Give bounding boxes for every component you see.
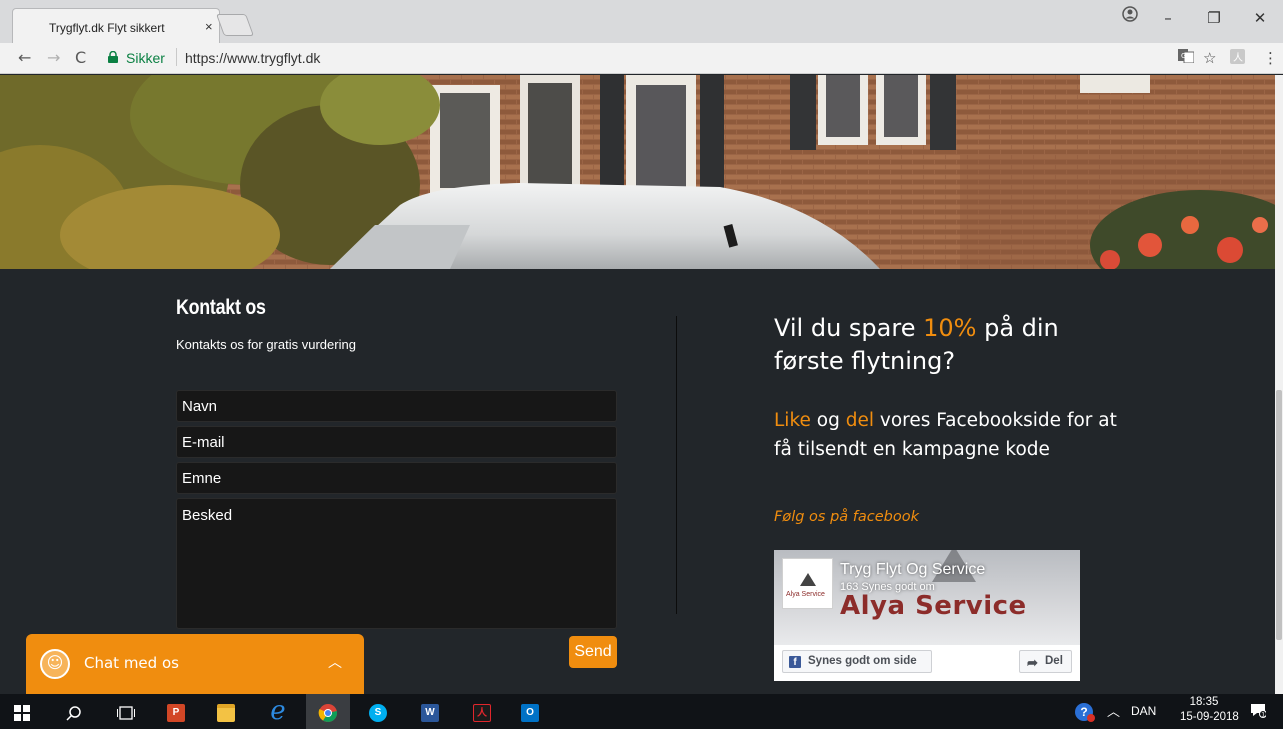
menu-icon[interactable]: ⋮ <box>1263 49 1278 67</box>
contact-title: Kontakt os <box>176 296 266 319</box>
chat-label: Chat med os <box>84 654 179 672</box>
clock-date[interactable]: 15-09-2018 <box>1180 711 1239 723</box>
promo-del-word: del <box>845 410 874 431</box>
outlook-icon[interactable]: O <box>508 694 552 729</box>
address-separator <box>176 48 177 66</box>
powerpoint-icon[interactable]: P <box>154 694 198 729</box>
notification-center-icon[interactable]: 1 <box>1250 702 1267 722</box>
facebook-like-button[interactable]: f Synes godt om side <box>782 650 932 673</box>
clock-time[interactable]: 18:35 <box>1186 696 1222 708</box>
browser-toolbar: ← → C Sikker https://www.trygflyt.dk G ☆… <box>0 43 1283 74</box>
promo-like-word: Like <box>774 410 811 431</box>
translate-icon[interactable]: G <box>1178 49 1195 67</box>
facebook-like-label: Synes godt om side <box>808 655 917 667</box>
smiley-icon: ☺ <box>40 649 70 679</box>
promo-headline-pre: Vil du spare <box>774 314 924 342</box>
url-text[interactable]: https://www.trygflyt.dk <box>185 50 320 66</box>
show-hidden-icons-icon[interactable]: ︿ <box>1107 701 1120 720</box>
chat-widget[interactable]: ☺ Chat med os ︿ <box>26 634 364 694</box>
page-scrollbar[interactable] <box>1275 75 1283 694</box>
browser-tab-strip: Trygflyt.dk Flyt sikkert × – ❐ ✕ <box>0 0 1283 44</box>
contact-subtitle: Kontakts os for gratis vurdering <box>176 337 356 352</box>
secure-label: Sikker <box>126 50 165 66</box>
facebook-page-widget[interactable]: Alya Service Alya Service Tryg Flyt Og S… <box>774 550 1080 681</box>
section-divider <box>676 316 677 614</box>
tab-title: Trygflyt.dk Flyt sikkert <box>49 21 165 35</box>
skype-icon[interactable]: S <box>356 694 400 729</box>
internet-explorer-icon[interactable]: e <box>256 694 300 729</box>
word-icon[interactable]: W <box>408 694 452 729</box>
alya-avatar-logo-icon <box>800 573 816 586</box>
facebook-cover-brand: Alya Service <box>840 591 1027 621</box>
search-icon[interactable] <box>52 694 96 729</box>
hero-photo-drawing <box>0 75 1275 269</box>
share-arrow-icon: ➦ <box>1027 655 1038 670</box>
contact-section: Kontakt os Kontakts os for gratis vurder… <box>0 269 1275 694</box>
email-input[interactable] <box>176 426 617 458</box>
facebook-page-avatar[interactable]: Alya Service <box>782 558 833 609</box>
send-button[interactable]: Send <box>569 636 617 668</box>
address-bar[interactable]: Sikker https://www.trygflyt.dk <box>104 46 1164 71</box>
svg-text:G: G <box>1181 52 1186 60</box>
minimize-button[interactable]: – <box>1145 0 1191 36</box>
follow-facebook-label: Følg os på facebook <box>774 509 920 525</box>
chrome-icon[interactable] <box>306 694 350 729</box>
facebook-like-count: 163 Synes godt om <box>840 581 935 593</box>
scrollbar-thumb[interactable] <box>1276 390 1282 640</box>
facebook-avatar-brand: Alya Service <box>786 591 825 598</box>
hero-image <box>0 75 1275 269</box>
promo-discount: 10% <box>923 314 977 342</box>
acrobat-icon[interactable]: 人 <box>460 694 504 729</box>
name-input[interactable] <box>176 390 617 422</box>
svg-text:1: 1 <box>1261 712 1265 719</box>
reload-icon[interactable]: C <box>75 48 86 67</box>
maximize-button[interactable]: ❐ <box>1191 0 1237 36</box>
promo-og-word: og <box>810 410 846 431</box>
lock-icon <box>108 51 118 63</box>
svg-text:人: 人 <box>1233 52 1243 64</box>
language-indicator[interactable]: DAN <box>1131 704 1156 718</box>
bookmark-star-icon[interactable]: ☆ <box>1203 49 1216 67</box>
profile-icon[interactable] <box>1122 6 1138 27</box>
windows-icon[interactable] <box>0 694 44 729</box>
forward-icon[interactable]: → <box>47 48 60 67</box>
new-tab-button[interactable] <box>215 14 255 36</box>
facebook-f-icon: f <box>789 656 801 668</box>
chevron-up-icon[interactable]: ︿ <box>328 652 342 672</box>
task-view-icon[interactable] <box>104 694 148 729</box>
windows-taskbar: P e S W 人 O ? ︿ DAN 18:35 15-09-2018 1 <box>0 694 1283 729</box>
facebook-share-label: Del <box>1045 655 1063 667</box>
facebook-share-button[interactable]: ➦ Del <box>1019 650 1072 673</box>
alert-badge-icon <box>1087 714 1095 722</box>
window-controls: – ❐ ✕ <box>1145 0 1283 36</box>
close-window-button[interactable]: ✕ <box>1237 0 1283 36</box>
subject-input[interactable] <box>176 462 617 494</box>
promo-body: Like og del vores Facebookside for at få… <box>774 406 1134 464</box>
browser-tab[interactable]: Trygflyt.dk Flyt sikkert × <box>12 8 220 44</box>
acrobat-extension-icon[interactable]: 人 <box>1230 49 1245 68</box>
promo-headline: Vil du spare 10% på din første flytning? <box>774 312 1114 378</box>
file-explorer-icon[interactable] <box>204 694 248 729</box>
back-icon[interactable]: ← <box>18 48 31 67</box>
tab-close-icon[interactable]: × <box>205 19 213 34</box>
message-textarea[interactable] <box>176 498 617 629</box>
facebook-page-name[interactable]: Tryg Flyt Og Service <box>840 561 985 579</box>
